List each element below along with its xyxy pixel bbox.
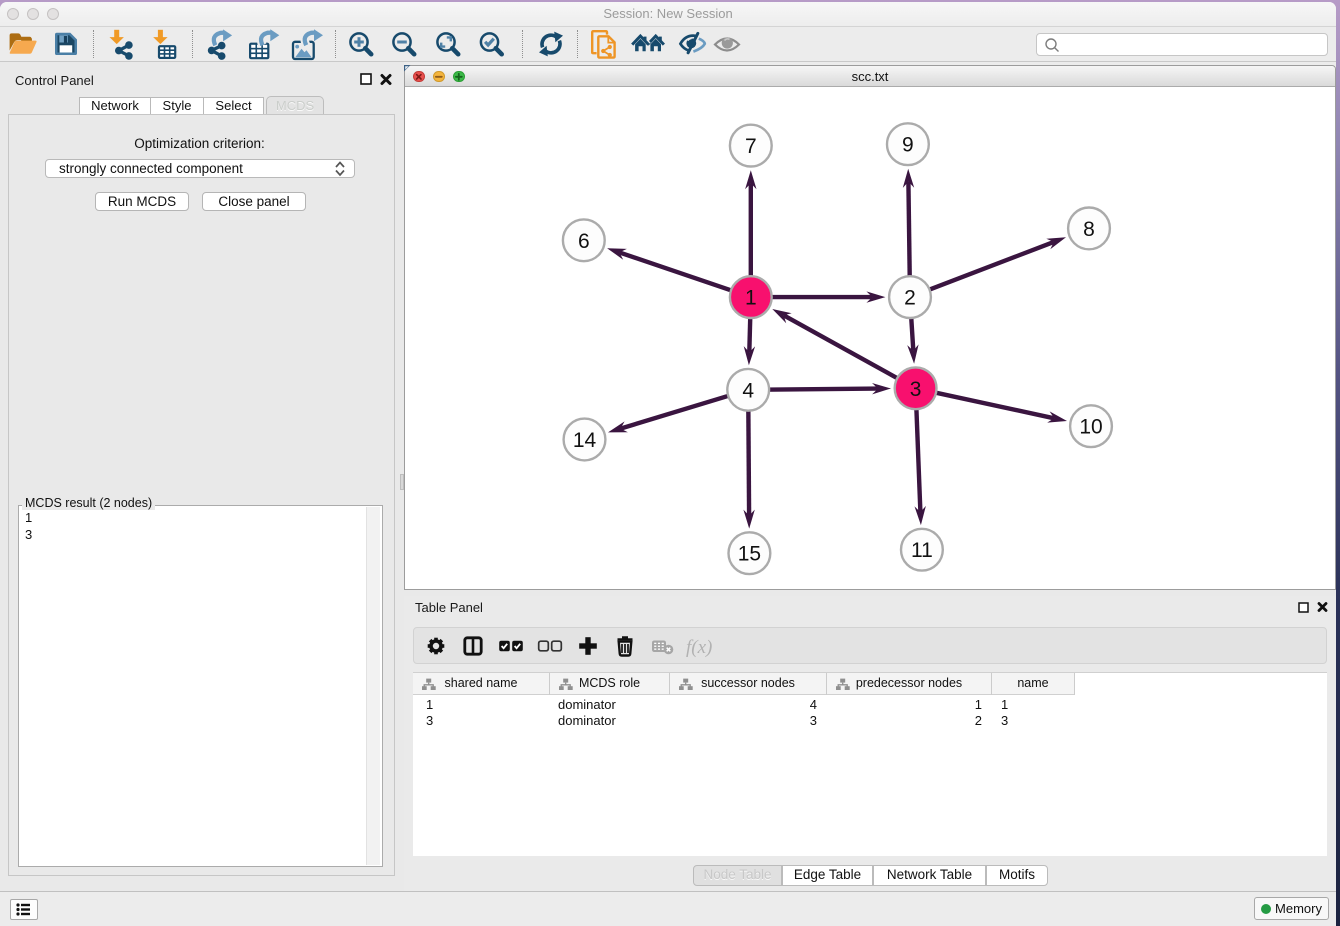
svg-text:f(x): f(x) bbox=[686, 637, 712, 658]
svg-text:1: 1 bbox=[745, 287, 757, 310]
svg-text:10: 10 bbox=[1079, 416, 1102, 439]
svg-text:7: 7 bbox=[745, 135, 757, 158]
svg-text:14: 14 bbox=[573, 429, 597, 452]
svg-text:8: 8 bbox=[1083, 218, 1095, 241]
svg-text:11: 11 bbox=[911, 539, 933, 562]
svg-text:3: 3 bbox=[910, 378, 922, 401]
svg-text:2: 2 bbox=[904, 287, 916, 310]
svg-text:9: 9 bbox=[902, 134, 914, 157]
svg-text:15: 15 bbox=[738, 543, 761, 566]
svg-text:4: 4 bbox=[742, 379, 754, 402]
svg-text:6: 6 bbox=[578, 230, 590, 253]
